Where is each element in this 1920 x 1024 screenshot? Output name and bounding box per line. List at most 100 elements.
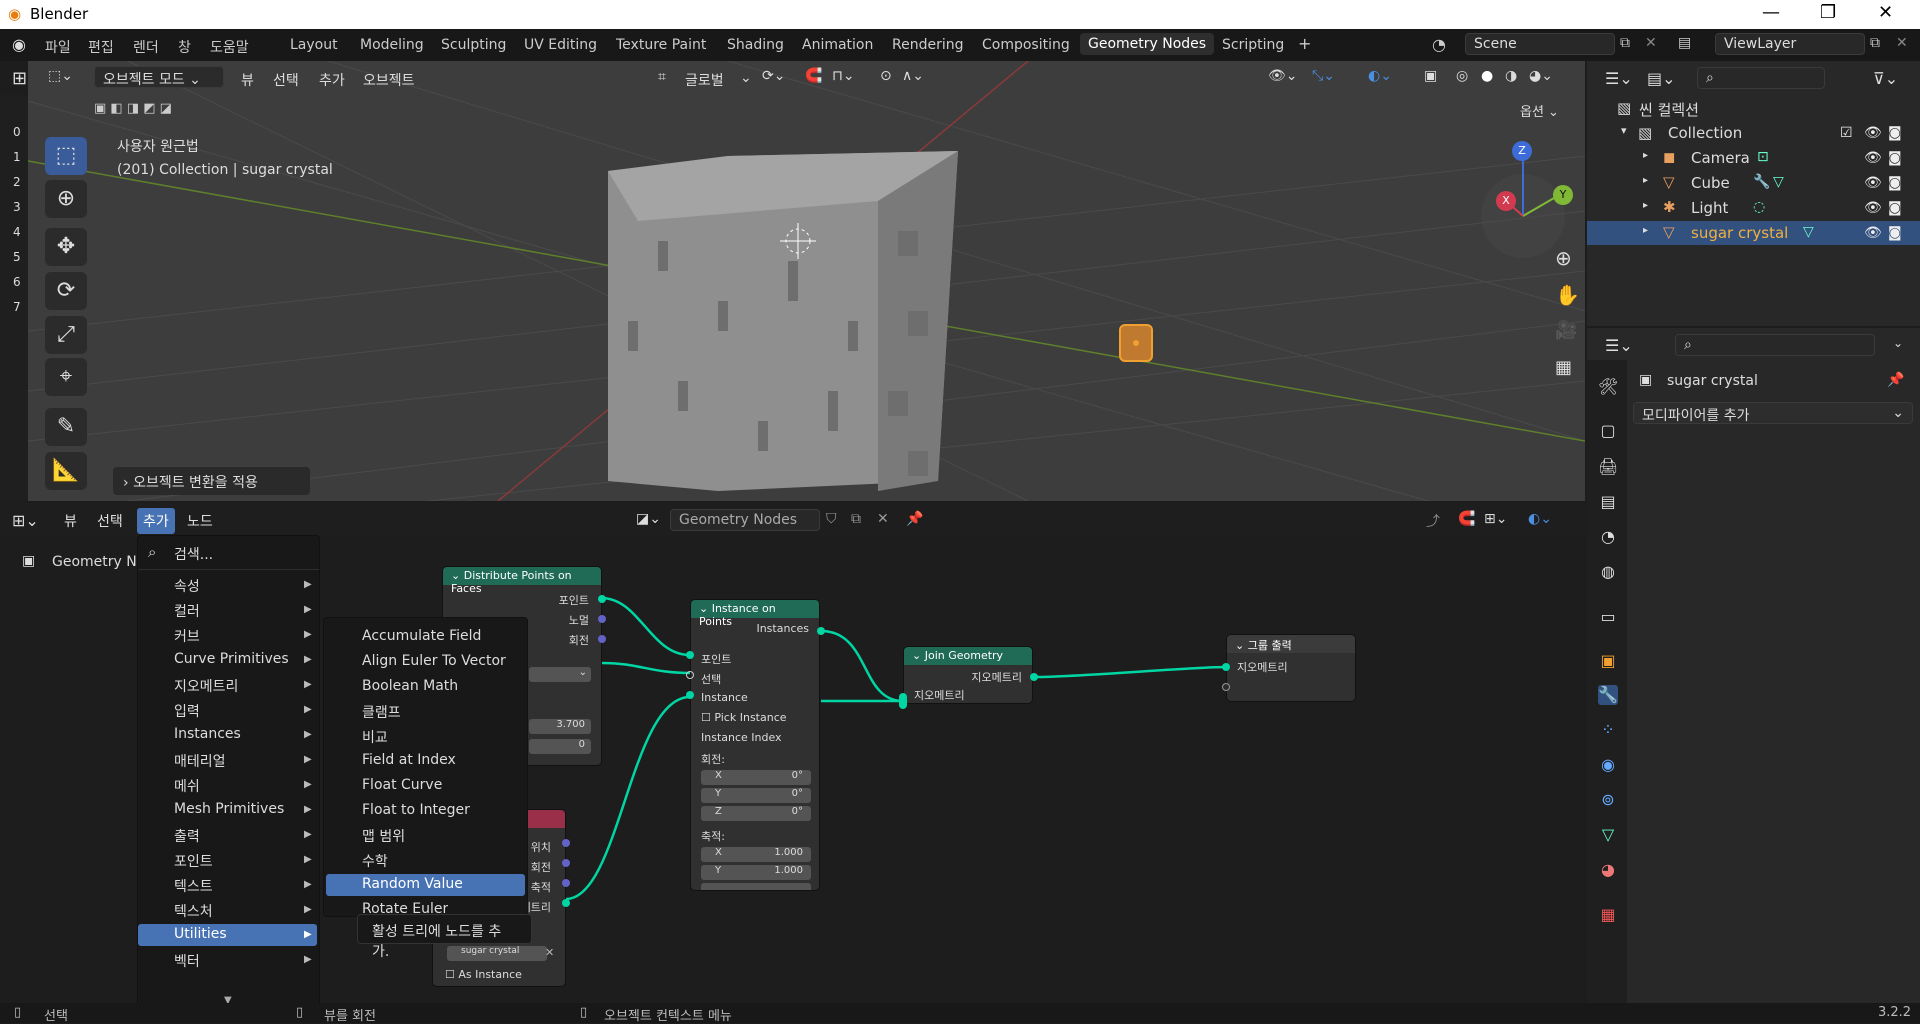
outliner-editor-icon[interactable]: ☰⌄: [1605, 69, 1633, 88]
outliner-row-camera[interactable]: ▸ ◼ Camera ⊡ 👁 ◙: [1587, 146, 1920, 170]
filter-icon[interactable]: ⊽⌄: [1873, 69, 1898, 88]
snap-target-icon[interactable]: ⊓⌄: [832, 68, 855, 84]
view-layer-field[interactable]: ViewLayer: [1715, 33, 1865, 55]
dropdown-field[interactable]: ⌄: [529, 667, 591, 682]
node-header[interactable]: ⌄ Distribute Points on Faces: [443, 567, 601, 595]
scene-tab-icon[interactable]: ◔: [1598, 527, 1618, 547]
outliner-row-light[interactable]: ▸ ✱ Light ◌ 👁 ◙: [1587, 196, 1920, 220]
menu-item-instances[interactable]: Instances: [174, 726, 241, 742]
material-shading-icon[interactable]: ◑: [1505, 68, 1517, 84]
ne-menu-node[interactable]: 노드: [187, 511, 213, 531]
tab-sculpting[interactable]: Sculpting: [441, 37, 506, 53]
shield-icon[interactable]: ⛉: [826, 511, 837, 527]
menu-item-clamp[interactable]: 클램프: [362, 702, 401, 722]
render-tab-icon[interactable]: ▢: [1598, 421, 1618, 441]
scale-z-field[interactable]: [701, 883, 811, 890]
gizmo-x-axis[interactable]: X: [1496, 191, 1516, 211]
node-instance-on-points[interactable]: ⌄ Instance on Points Instances 포인트 선택 In…: [690, 599, 820, 891]
menu-file[interactable]: 파일: [45, 37, 71, 57]
add-modifier-dropdown[interactable]: 모디파이어를 추가 ⌄: [1633, 402, 1913, 424]
select-mode-icons[interactable]: ▣ ◧ ◨ ◩ ◪: [94, 101, 206, 121]
camera-render-icon[interactable]: ◙: [1888, 150, 1902, 166]
tab-uv-editing[interactable]: UV Editing: [524, 37, 597, 53]
node-tree-name-field[interactable]: Geometry Nodes: [670, 509, 820, 531]
remove-scene-icon[interactable]: ✕: [1645, 35, 1657, 51]
new-view-layer-icon[interactable]: ⧉: [1870, 35, 1880, 51]
node-editor-type-icon[interactable]: ⊞⌄: [12, 511, 39, 530]
menu-item-align-euler[interactable]: Align Euler To Vector: [362, 653, 506, 669]
ne-overlay-icon[interactable]: ◐⌄: [1528, 511, 1552, 527]
perspective-toggle-icon[interactable]: ▦: [1555, 357, 1572, 378]
socket-dot[interactable]: [562, 859, 570, 867]
collection-tab-icon[interactable]: ▭: [1598, 607, 1618, 627]
socket-dot[interactable]: [817, 627, 825, 635]
scale-x-field[interactable]: X 1.000: [701, 847, 811, 862]
tab-animation[interactable]: Animation: [802, 37, 873, 53]
texture-tab-icon[interactable]: ▦: [1598, 905, 1618, 925]
rendered-shading-icon[interactable]: ◕⌄: [1529, 68, 1553, 84]
tab-rendering[interactable]: Rendering: [892, 37, 964, 53]
pin-icon[interactable]: 📌: [1887, 372, 1904, 388]
pick-instance-checkbox[interactable]: ☐ Pick Instance: [701, 711, 787, 724]
constraints-tab-icon[interactable]: ⊚: [1598, 790, 1618, 810]
socket-dot[interactable]: [1030, 673, 1038, 681]
gizmo-toggle-icon[interactable]: ⤡⌄: [1312, 68, 1335, 84]
node-group-output[interactable]: ⌄ 그룹 출력 지오메트리: [1226, 634, 1356, 702]
display-mode-icon[interactable]: ▤⌄: [1647, 69, 1676, 88]
data-tab-icon[interactable]: ▽: [1598, 825, 1618, 845]
orientation-select[interactable]: 글로벌: [685, 70, 724, 90]
vp-menu-view[interactable]: 뷰: [241, 70, 254, 90]
outliner-row-collection[interactable]: ▾ ▧ Collection ☑ 👁 ◙: [1587, 121, 1920, 145]
menu-item-accumulate-field[interactable]: Accumulate Field: [362, 628, 481, 644]
eye-icon[interactable]: 👁: [1864, 175, 1882, 191]
eye-icon[interactable]: 👁: [1864, 225, 1882, 241]
expand-right-icon[interactable]: ▸: [1643, 225, 1648, 236]
scene-icon[interactable]: ◔: [1432, 35, 1446, 54]
snap-icon[interactable]: 🧲: [805, 68, 822, 84]
pin-icon[interactable]: 📌: [906, 511, 923, 527]
tab-geometry-nodes[interactable]: Geometry Nodes: [1080, 33, 1215, 55]
scene-name-field[interactable]: Scene: [1465, 33, 1615, 55]
object-field[interactable]: sugar crystal: [447, 946, 547, 961]
socket-dot[interactable]: [686, 691, 694, 699]
distance-min-field[interactable]: 3.700: [529, 719, 591, 734]
outliner-row-cube[interactable]: ▸ ▽ Cube 🔧 ▽ 👁 ◙: [1587, 171, 1920, 195]
vp-menu-select[interactable]: 선택: [273, 70, 299, 90]
socket-dot[interactable]: [1222, 663, 1230, 671]
ne-menu-add[interactable]: 추가: [137, 508, 175, 534]
density-field[interactable]: 0: [529, 739, 591, 754]
socket-dot[interactable]: [562, 899, 570, 907]
measure-tool[interactable]: 📐: [45, 452, 87, 490]
editor-type-icon[interactable]: ⊞: [12, 68, 27, 89]
wireframe-shading-icon[interactable]: ◎: [1456, 68, 1468, 84]
ne-snap-mode-icon[interactable]: ⊞⌄: [1484, 511, 1507, 527]
properties-editor-icon[interactable]: ☰⌄: [1605, 336, 1633, 355]
ne-menu-select[interactable]: 선택: [97, 511, 123, 531]
outliner-row-scene-collection[interactable]: ▧ 씬 컬렉션: [1587, 96, 1920, 120]
menu-item-color[interactable]: 컬러: [174, 601, 200, 621]
particles-tab-icon[interactable]: ⁘: [1598, 720, 1618, 740]
pan-hand-icon[interactable]: ✋: [1555, 283, 1580, 307]
node-tree-browse-icon[interactable]: ◪⌄: [636, 511, 661, 527]
menu-item-output[interactable]: 출력: [174, 826, 200, 846]
expand-right-icon[interactable]: ▸: [1643, 175, 1648, 186]
menu-item-field-at-index[interactable]: Field at Index: [362, 752, 456, 768]
menu-item-map-range[interactable]: 맵 범위: [362, 826, 405, 846]
tab-scripting[interactable]: Scripting: [1222, 37, 1284, 53]
node-header[interactable]: ⌄ 그룹 출력: [1227, 635, 1355, 653]
scale-y-field[interactable]: Y 1.000: [701, 865, 811, 880]
expand-right-icon[interactable]: ▸: [1643, 200, 1648, 211]
viewport-3d[interactable]: Z Y X ⊕ ✋ 🎥 ▦ 사용자 원근법 (201) Collection |…: [28, 61, 1585, 501]
menu-item-input[interactable]: 입력: [174, 701, 200, 721]
checkbox-icon[interactable]: ☑: [1840, 125, 1853, 141]
close-icon[interactable]: ✕: [877, 511, 889, 527]
menu-item-float-to-integer[interactable]: Float to Integer: [362, 802, 470, 818]
remove-view-layer-icon[interactable]: ✕: [1896, 35, 1908, 51]
rotation-x-field[interactable]: X 0°: [701, 770, 811, 785]
menu-item-rotate-euler[interactable]: Rotate Euler: [362, 901, 448, 915]
maximize-icon[interactable]: ❐: [1820, 2, 1836, 23]
menu-edit[interactable]: 편집: [88, 37, 114, 57]
menu-window[interactable]: 창: [178, 37, 191, 57]
as-instance-checkbox[interactable]: ☐ As Instance: [445, 968, 522, 981]
ne-snap-icon[interactable]: 🧲: [1458, 511, 1475, 527]
